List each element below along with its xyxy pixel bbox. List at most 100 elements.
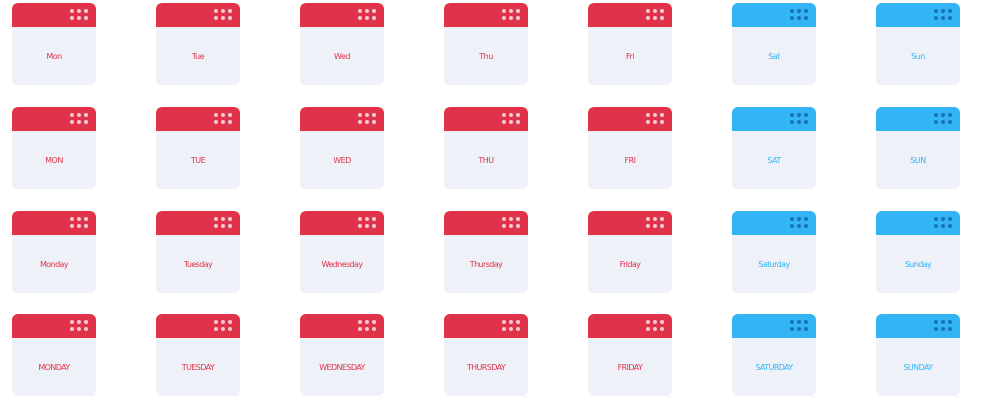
dot xyxy=(934,113,938,117)
dot xyxy=(365,9,369,13)
calendar-icon: WEDNESDAY xyxy=(300,314,384,396)
grid-dots-icon xyxy=(934,9,952,21)
day-label: SAT xyxy=(767,155,781,165)
icon-row-4: MONDAY TUESDAY WEDNESDAY THURSDAY FRIDAY SATU… xyxy=(12,314,972,398)
dot xyxy=(228,9,232,13)
dot xyxy=(516,9,520,13)
day-label: Saturday xyxy=(758,259,790,269)
dot xyxy=(228,327,232,331)
calendar-header xyxy=(12,107,96,131)
dot xyxy=(70,120,74,124)
dot xyxy=(797,9,801,13)
dot xyxy=(77,9,81,13)
dot xyxy=(653,16,657,20)
dot xyxy=(228,16,232,20)
calendar-icon: TUESDAY xyxy=(156,314,240,396)
dot xyxy=(372,224,376,228)
dot xyxy=(372,9,376,13)
dot xyxy=(358,113,362,117)
dot xyxy=(941,217,945,221)
dot xyxy=(948,327,952,331)
grid-dots-icon xyxy=(214,320,232,332)
calendar-header xyxy=(444,3,528,27)
calendar-header xyxy=(12,3,96,27)
day-label: FRIDAY xyxy=(617,362,643,372)
dot xyxy=(221,224,225,228)
dot xyxy=(509,320,513,324)
day-label: SATURDAY xyxy=(755,362,793,372)
dot xyxy=(934,327,938,331)
dot xyxy=(804,9,808,13)
dot xyxy=(70,327,74,331)
calendar-header xyxy=(156,211,240,235)
dot xyxy=(214,217,218,221)
grid-dots-icon xyxy=(502,217,520,229)
dot xyxy=(84,16,88,20)
dot xyxy=(948,320,952,324)
dot xyxy=(502,327,506,331)
dot xyxy=(70,217,74,221)
dot xyxy=(653,9,657,13)
dot xyxy=(948,120,952,124)
dot xyxy=(372,217,376,221)
dot xyxy=(653,224,657,228)
grid-dots-icon xyxy=(214,113,232,125)
dot xyxy=(365,224,369,228)
dot xyxy=(77,120,81,124)
dot xyxy=(516,113,520,117)
dot xyxy=(509,9,513,13)
dot xyxy=(502,320,506,324)
day-label: Wednesday xyxy=(321,259,364,269)
dot xyxy=(934,120,938,124)
grid-dots-icon xyxy=(790,217,808,229)
dot xyxy=(646,113,650,117)
dot xyxy=(502,9,506,13)
dot xyxy=(934,9,938,13)
calendar-header xyxy=(444,211,528,235)
day-label: MON xyxy=(45,155,63,165)
calendar-header xyxy=(300,107,384,131)
dot xyxy=(358,320,362,324)
icon-row-3: Monday Tuesday Wednesday Thursday Friday Satu… xyxy=(12,211,972,295)
dot xyxy=(660,16,664,20)
dot xyxy=(84,217,88,221)
dot xyxy=(660,320,664,324)
grid-dots-icon xyxy=(70,320,88,332)
dot xyxy=(941,9,945,13)
calendar-icon: Tuesday xyxy=(156,211,240,293)
calendar-header xyxy=(300,211,384,235)
dot xyxy=(934,320,938,324)
day-label: Wed xyxy=(334,51,350,61)
calendar-icon: SUN xyxy=(876,107,960,189)
dot xyxy=(797,224,801,228)
dot xyxy=(797,16,801,20)
day-label: Thu xyxy=(479,51,493,61)
dot xyxy=(70,9,74,13)
calendar-header xyxy=(732,107,816,131)
dot xyxy=(77,217,81,221)
dot xyxy=(358,9,362,13)
calendar-icon: THURSDAY xyxy=(444,314,528,396)
dot xyxy=(790,327,794,331)
dot xyxy=(804,217,808,221)
calendar-header xyxy=(156,314,240,338)
dot xyxy=(358,224,362,228)
dot xyxy=(948,217,952,221)
dot xyxy=(660,327,664,331)
dot xyxy=(228,120,232,124)
dot xyxy=(660,224,664,228)
dot xyxy=(228,217,232,221)
dot xyxy=(358,217,362,221)
dot xyxy=(797,120,801,124)
dot xyxy=(790,320,794,324)
grid-dots-icon xyxy=(790,320,808,332)
dot xyxy=(516,320,520,324)
dot xyxy=(502,120,506,124)
dot xyxy=(228,224,232,228)
calendar-header xyxy=(732,3,816,27)
dot xyxy=(948,9,952,13)
dot xyxy=(365,16,369,20)
day-label: Sat xyxy=(768,51,780,61)
dot xyxy=(84,9,88,13)
day-label: SUN xyxy=(910,155,926,165)
